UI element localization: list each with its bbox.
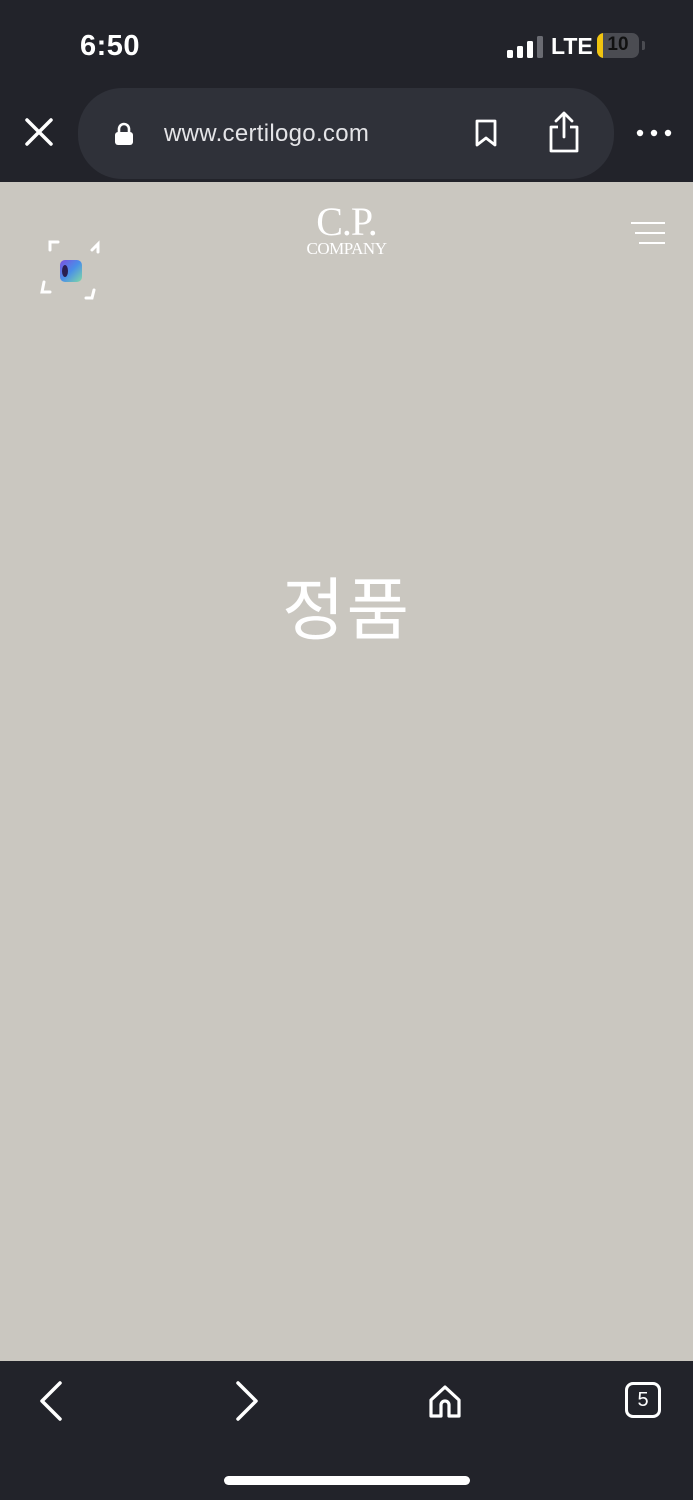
url-text[interactable]: www.certilogo.com <box>164 120 369 148</box>
network-type: LTE <box>551 33 593 59</box>
close-icon <box>25 118 53 146</box>
brand-logo[interactable]: C.P. COMPANY <box>296 199 397 264</box>
address-bar[interactable]: www.certilogo.com <box>78 88 614 179</box>
status-time: 6:50 <box>80 30 141 62</box>
signal-icon <box>507 36 543 58</box>
battery-icon: 10 <box>597 33 639 58</box>
status-bar: 6:50 LTE 10 <box>0 0 693 88</box>
browser-bottom-bar: 5 <box>0 1361 693 1500</box>
battery-cap <box>642 41 645 50</box>
scan-icon[interactable] <box>40 240 102 302</box>
authenticity-result: 정품 <box>281 572 412 651</box>
home-indicator <box>224 1476 470 1485</box>
lock-icon <box>115 122 133 145</box>
bookmark-icon[interactable] <box>473 118 499 148</box>
browser-toolbar: www.certilogo.com <box>0 88 693 182</box>
back-icon[interactable] <box>36 1379 66 1423</box>
tabs-button[interactable]: 5 <box>625 1382 661 1418</box>
tab-count: 5 <box>637 1389 649 1411</box>
home-icon[interactable] <box>427 1383 463 1419</box>
menu-icon[interactable] <box>631 222 665 246</box>
close-button[interactable] <box>20 113 58 151</box>
battery-level: 10 <box>607 34 629 55</box>
forward-icon[interactable] <box>232 1379 262 1423</box>
more-icon[interactable] <box>634 122 674 144</box>
brand-logo-line1: C.P. <box>316 199 378 244</box>
web-content: C.P. COMPANY 정품 <box>0 182 693 1361</box>
share-icon[interactable] <box>546 110 582 154</box>
brand-logo-line2: COMPANY <box>306 239 387 258</box>
